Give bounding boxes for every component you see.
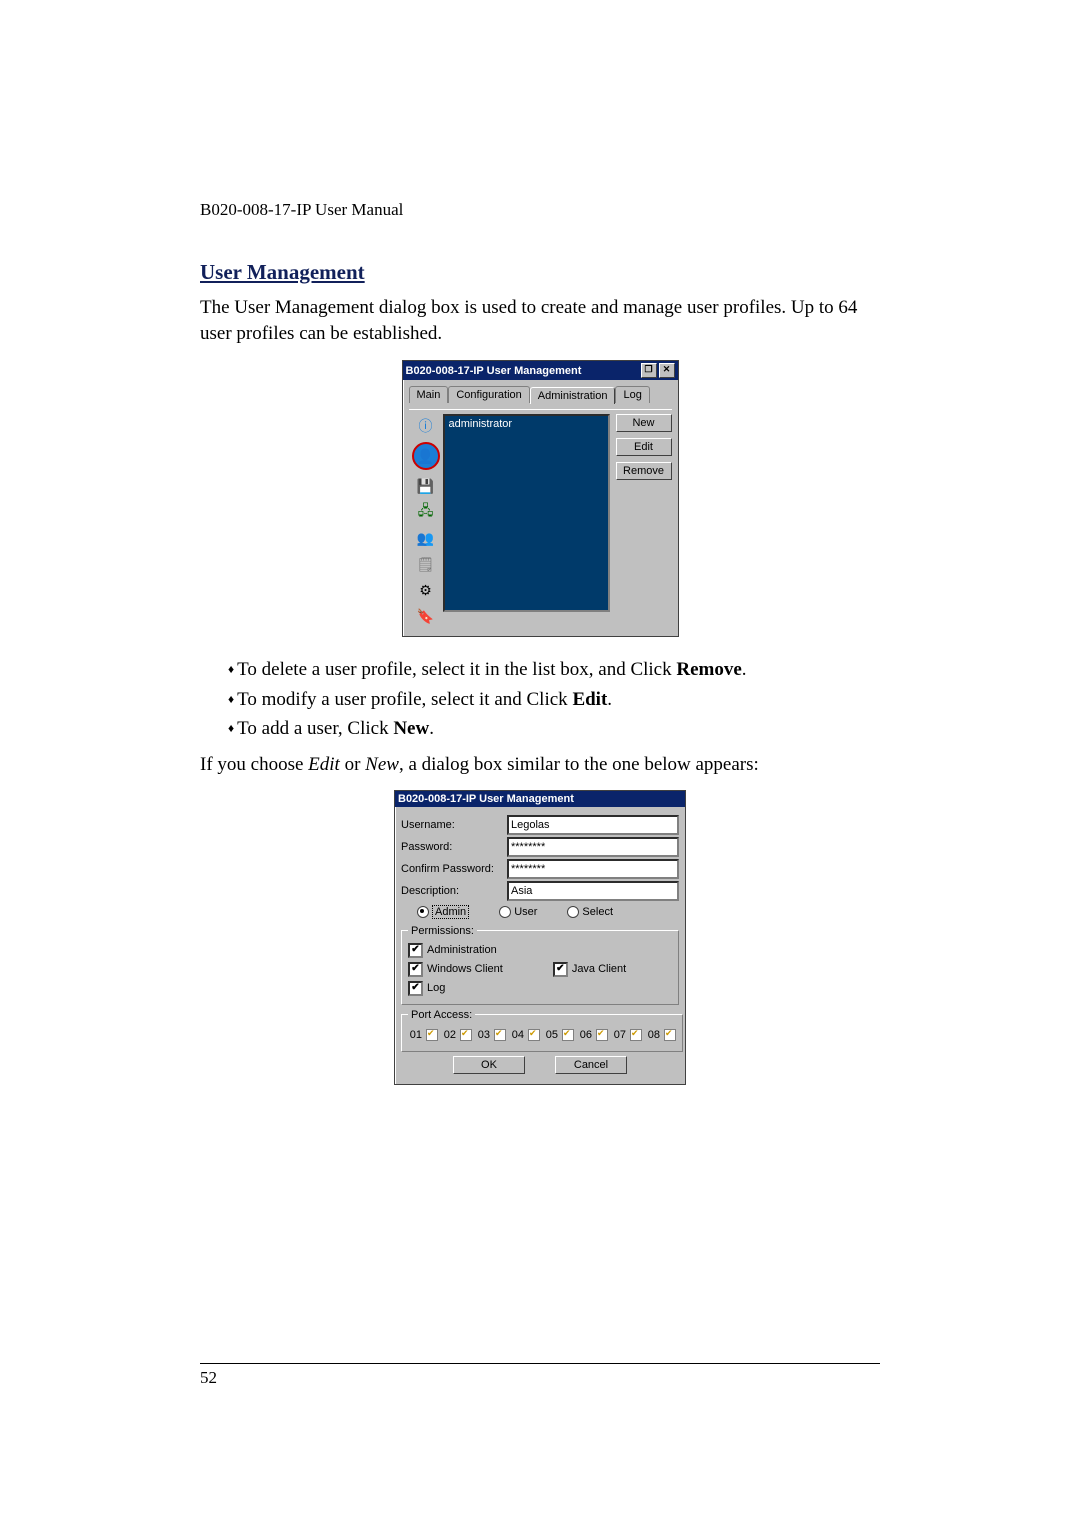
dialog-title-text: B020-008-17-IP User Management xyxy=(406,365,582,377)
page-number: 52 xyxy=(200,1368,217,1387)
port-06-checkbox[interactable] xyxy=(596,1029,608,1041)
perm-log-checkbox[interactable]: ✔Log xyxy=(408,979,672,998)
restore-icon[interactable]: ❐ xyxy=(641,363,657,378)
port-04-checkbox[interactable] xyxy=(528,1029,540,1041)
port-08-checkbox[interactable] xyxy=(664,1029,676,1041)
cert-icon[interactable]: 🔖 xyxy=(416,606,436,626)
tab-log[interactable]: Log xyxy=(615,386,649,403)
list-item[interactable]: administrator xyxy=(449,418,604,430)
tab-main[interactable]: Main xyxy=(409,386,449,403)
port-05-checkbox[interactable] xyxy=(562,1029,574,1041)
after-text: If you choose Edit or New, a dialog box … xyxy=(200,754,880,776)
role-user-radio[interactable]: User xyxy=(499,905,537,919)
network-icon[interactable]: 🖧 xyxy=(416,502,436,522)
edit-button[interactable]: Edit xyxy=(616,438,672,456)
log-icon[interactable]: 🗒 xyxy=(416,554,436,574)
confirm-password-field[interactable]: ******** xyxy=(507,859,679,879)
close-icon[interactable]: ✕ xyxy=(659,363,675,378)
cancel-button[interactable]: Cancel xyxy=(555,1056,627,1074)
password-field[interactable]: ******** xyxy=(507,837,679,857)
running-header: B020-008-17-IP User Manual xyxy=(200,200,880,220)
description-label: Description: xyxy=(401,885,507,897)
port-access-legend: Port Access: xyxy=(408,1009,475,1021)
port-01-checkbox[interactable] xyxy=(426,1029,438,1041)
ok-button[interactable]: OK xyxy=(453,1056,525,1074)
role-admin-radio[interactable]: Admin xyxy=(417,905,469,919)
permissions-fieldset: Permissions: ✔Administration ✔Windows Cl… xyxy=(401,925,679,1005)
tab-bar: Main Configuration Administration Log xyxy=(409,386,672,403)
adduser-icon[interactable]: 👥 xyxy=(416,528,436,548)
role-select-radio[interactable]: Select xyxy=(567,905,613,919)
perm-windows-client-checkbox[interactable]: ✔Windows Client xyxy=(408,960,503,979)
username-field[interactable]: Legolas xyxy=(507,815,679,835)
dialog-titlebar: B020-008-17-IP User Management ❐ ✕ xyxy=(403,361,678,380)
instruction-list: To delete a user profile, select it in t… xyxy=(200,655,880,743)
new-button[interactable]: New xyxy=(616,414,672,432)
user-icon[interactable]: 👤 xyxy=(412,442,440,470)
port-02-checkbox[interactable] xyxy=(460,1029,472,1041)
remove-button[interactable]: Remove xyxy=(616,462,672,480)
permissions-legend: Permissions: xyxy=(408,925,477,937)
username-label: Username: xyxy=(401,819,507,831)
port-07-checkbox[interactable] xyxy=(630,1029,642,1041)
user-listbox[interactable]: administrator xyxy=(443,414,610,612)
tab-configuration[interactable]: Configuration xyxy=(448,386,529,403)
description-field[interactable]: Asia xyxy=(507,881,679,901)
gear-icon[interactable]: ⚙ xyxy=(416,580,436,600)
tab-administration[interactable]: Administration xyxy=(530,387,616,404)
intro-text: The User Management dialog box is used t… xyxy=(200,295,880,346)
sidebar-icons: ⓘ 👤 💾 🖧 👥 🗒 ⚙ 🔖 xyxy=(409,414,443,626)
section-title: User Management xyxy=(200,260,880,285)
port-03-checkbox[interactable] xyxy=(494,1029,506,1041)
user-management-dialog: B020-008-17-IP User Management ❐ ✕ Main … xyxy=(402,360,679,637)
info-icon[interactable]: ⓘ xyxy=(416,416,436,436)
user-edit-dialog: B020-008-17-IP User Management Username:… xyxy=(394,790,686,1085)
port-access-fieldset: Port Access: 01 02 03 04 05 06 07 08 xyxy=(401,1009,683,1052)
confirm-password-label: Confirm Password: xyxy=(401,863,507,875)
perm-administration-checkbox[interactable]: ✔Administration xyxy=(408,941,672,960)
perm-java-client-checkbox[interactable]: ✔Java Client xyxy=(553,960,626,979)
password-label: Password: xyxy=(401,841,507,853)
disk-icon[interactable]: 💾 xyxy=(416,476,436,496)
dialog2-title-text: B020-008-17-IP User Management xyxy=(398,793,574,805)
dialog2-titlebar: B020-008-17-IP User Management xyxy=(395,791,685,807)
role-radio-group: Admin User Select xyxy=(401,903,679,921)
